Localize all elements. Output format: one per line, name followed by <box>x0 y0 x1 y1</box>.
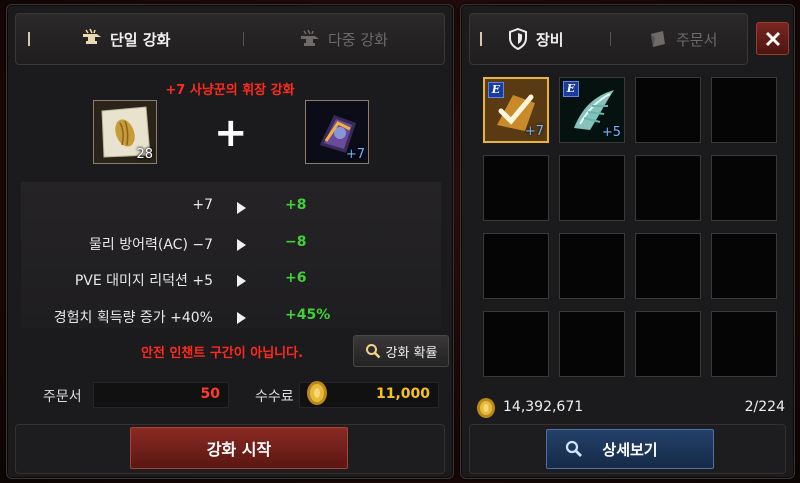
tab-divider <box>243 32 244 46</box>
material-slot[interactable]: 28 <box>93 100 157 164</box>
tab-label: 장비 <box>536 30 564 49</box>
scroll-count-value: 50 <box>200 386 220 402</box>
tab-label: 주문서 <box>676 30 718 49</box>
gold-row: 14,392,671 2/224 <box>475 398 785 419</box>
search-icon <box>565 440 583 462</box>
stat-next: +8 <box>285 197 307 213</box>
fee-label: 수수료 <box>255 389 294 405</box>
inventory-slot-selected[interactable]: E +7 <box>483 77 549 143</box>
target-slot[interactable]: +7 <box>305 100 369 164</box>
inventory-slot[interactable] <box>483 311 549 377</box>
tab-label: 다중 강화 <box>328 30 388 49</box>
inventory-slot[interactable] <box>635 155 701 221</box>
search-icon <box>365 343 381 359</box>
stat-next: +6 <box>285 270 307 286</box>
inventory-panel: 장비 주문서 E +7 E +5 14,392,671 2/224 상세보기 <box>460 4 795 479</box>
inventory-slot[interactable] <box>635 311 701 377</box>
stat-row: 경험치 획득량 증가 +40% +45% <box>21 307 441 331</box>
inventory-slot[interactable] <box>711 155 777 221</box>
inventory-slot[interactable]: E +5 <box>559 77 625 143</box>
inventory-slot[interactable] <box>711 77 777 143</box>
detail-bar: 상세보기 <box>469 424 786 474</box>
inventory-slot[interactable] <box>711 311 777 377</box>
fee-value: 11,000 <box>375 386 430 402</box>
enchant-panel: 단일 강화 다중 강화 +7 사냥꾼의 휘장 강화 28 + +7 +7 +8 … <box>6 4 454 479</box>
arrow-right-icon <box>237 202 246 214</box>
start-enchant-button[interactable]: 강화 시작 <box>130 427 348 469</box>
tab-label: 단일 강화 <box>110 30 171 49</box>
plus-icon: + <box>214 110 248 156</box>
enchant-rate-button[interactable]: 강화 확률 <box>353 335 449 367</box>
close-icon <box>765 31 780 46</box>
enchant-rate-label: 강화 확률 <box>385 345 438 361</box>
tab-indicator <box>28 32 30 46</box>
detail-view-button[interactable]: 상세보기 <box>546 429 714 469</box>
inventory-slot[interactable] <box>483 233 549 299</box>
shield-icon <box>506 27 530 51</box>
stat-current: PVE 대미지 리덕션 +5 <box>74 273 213 289</box>
stat-current: 물리 방어력(AC) −7 <box>89 237 213 253</box>
enchant-tab-bar: 단일 강화 다중 강화 <box>15 13 445 65</box>
enchant-badge: E <box>563 81 579 97</box>
inventory-grid: E +7 E +5 <box>483 77 777 387</box>
inventory-slot[interactable] <box>559 233 625 299</box>
gold-coin-icon <box>305 380 329 410</box>
anvil-icon <box>80 27 104 51</box>
stat-current: +7 <box>192 197 213 213</box>
tab-indicator <box>480 32 482 46</box>
inventory-slot[interactable] <box>483 155 549 221</box>
arrow-right-icon <box>237 239 246 251</box>
tab-single-enchant[interactable]: 단일 강화 <box>80 14 170 64</box>
scroll-count-label: 주문서 <box>43 389 82 405</box>
enchant-badge: E <box>488 82 504 98</box>
enchant-title: +7 사냥꾼의 휘장 강화 <box>165 83 295 98</box>
inventory-tab-bar: 장비 주문서 <box>469 13 748 65</box>
detail-view-label: 상세보기 <box>602 440 658 459</box>
stat-current: 경험치 획득량 증가 +40% <box>53 310 213 326</box>
inventory-slot[interactable] <box>559 311 625 377</box>
inventory-slot[interactable] <box>711 233 777 299</box>
item-level: +5 <box>601 125 621 140</box>
inventory-slot[interactable] <box>635 77 701 143</box>
scroll-count-field: 50 <box>93 382 229 408</box>
target-level: +7 <box>345 147 365 162</box>
inventory-slot[interactable] <box>635 233 701 299</box>
tab-multi-enchant[interactable]: 다중 강화 <box>298 14 388 64</box>
start-bar: 강화 시작 <box>15 424 445 474</box>
inventory-slot[interactable] <box>559 155 625 221</box>
tab-divider <box>610 32 611 46</box>
arrow-right-icon <box>237 312 246 324</box>
tab-equipment[interactable]: 장비 <box>506 14 564 64</box>
safe-enchant-warning: 안전 인챈트 구간이 아닙니다. <box>141 346 304 361</box>
gold-coin-icon <box>475 397 497 423</box>
stat-row: +7 +8 <box>21 197 441 221</box>
close-button[interactable] <box>756 22 789 55</box>
stat-row: 물리 방어력(AC) −7 −8 <box>21 234 441 258</box>
tab-scrolls[interactable]: 주문서 <box>646 14 717 64</box>
stats-comparison: +7 +8 물리 방어력(AC) −7 −8 PVE 대미지 리덕션 +5 +6… <box>21 182 441 328</box>
inventory-slot-count: 2/224 <box>744 399 785 415</box>
scroll-icon <box>646 27 670 51</box>
arrow-right-icon <box>237 275 246 287</box>
stat-next: −8 <box>285 234 307 250</box>
gold-amount: 14,392,671 <box>503 399 584 415</box>
item-level: +7 <box>524 124 544 139</box>
stat-row: PVE 대미지 리덕션 +5 +6 <box>21 270 441 294</box>
material-quantity: 28 <box>136 147 153 162</box>
multi-anvil-icon <box>298 27 322 51</box>
stat-next: +45% <box>285 307 331 323</box>
